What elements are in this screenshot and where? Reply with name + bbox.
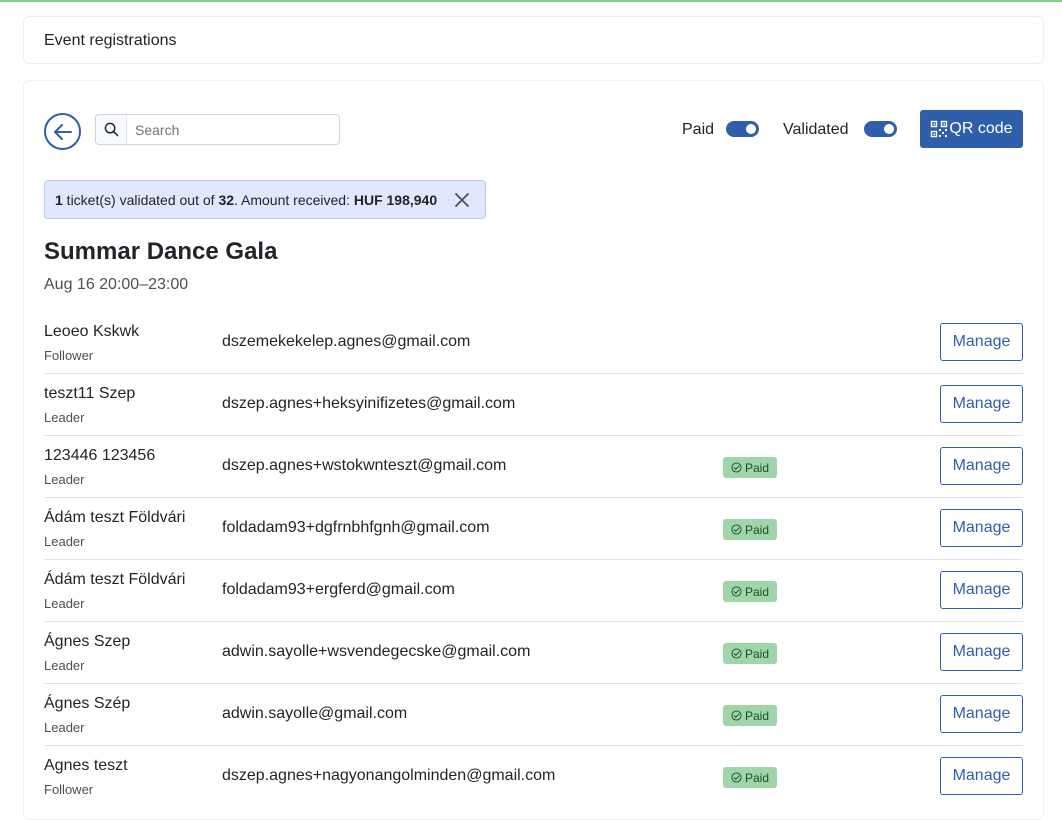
paid-badge-label: Paid	[744, 708, 770, 723]
event-date: Aug 16 20:00–23:00	[44, 276, 189, 293]
close-icon[interactable]	[453, 191, 471, 209]
paid-badge: Paid	[723, 705, 777, 726]
search-input[interactable]	[127, 115, 339, 144]
attendee-name: Ágnes Szép	[44, 695, 131, 712]
attendee-email: dszep.agnes+wstokwnteszt@gmail.com	[222, 457, 507, 474]
paid-badge: Paid	[723, 581, 777, 602]
qr-code-button-label: QR code	[949, 120, 1013, 137]
registrations-list: Leoeo Kskwk Follower dszemekekelep.agnes@g…	[44, 312, 1023, 808]
header-card: Event registrations	[23, 16, 1044, 64]
page-header-title: Event registrations	[44, 32, 177, 49]
paid-badge-label: Paid	[744, 584, 770, 599]
attendee-email: foldadam93+dgfrnbhfgnh@gmail.com	[222, 519, 490, 536]
manage-button[interactable]: Manage	[940, 757, 1023, 795]
paid-badge-label: Paid	[744, 460, 770, 475]
attendee-name: 123446 123456	[44, 447, 156, 464]
attendee-role: Leader	[44, 658, 85, 673]
check-circle-icon	[731, 710, 742, 721]
registration-row: Agnes teszt Follower dszep.agnes+nagyonang…	[44, 746, 1023, 808]
registration-row: Ádám teszt Földvári Leader foldadam93+dgfr…	[44, 498, 1023, 560]
alert-text-part2: . Amount received:	[234, 191, 354, 208]
attendee-role: Leader	[44, 410, 85, 425]
check-circle-icon	[731, 772, 742, 783]
validated-toggle-label: Validated	[783, 121, 849, 138]
attendee-email: foldadam93+ergferd@gmail.com	[222, 581, 455, 598]
check-circle-icon	[731, 524, 742, 535]
registration-row: Ádám teszt Földvári Leader foldadam93+ergf…	[44, 560, 1023, 622]
attendee-role: Leader	[44, 596, 85, 611]
attendee-email: adwin.sayolle+wsvendegecske@gmail.com	[222, 643, 531, 660]
alert-text-part1: ticket(s) validated out of	[62, 191, 219, 208]
check-circle-icon	[731, 648, 742, 659]
paid-badge: Paid	[723, 643, 777, 664]
attendee-name: Agnes teszt	[44, 757, 128, 774]
top-accent-line	[0, 0, 1062, 2]
event-title: Summar Dance Gala	[44, 238, 278, 265]
search-icon	[96, 115, 127, 144]
manage-button[interactable]: Manage	[940, 633, 1023, 671]
manage-button[interactable]: Manage	[940, 385, 1023, 423]
attendee-role: Follower	[44, 782, 94, 797]
attendee-name: Leoeo Kskwk	[44, 323, 140, 340]
attendee-name: Ádám teszt Földvári	[44, 571, 186, 588]
manage-button[interactable]: Manage	[940, 571, 1023, 609]
registration-row: teszt11 Szep Leader dszep.agnes+heksyinifi…	[44, 374, 1023, 436]
attendee-role: Follower	[44, 348, 94, 363]
attendee-name: Ágnes Szep	[44, 633, 131, 650]
paid-badge: Paid	[723, 519, 777, 540]
validated-count: 1	[55, 191, 63, 208]
attendee-name: Ádám teszt Földvári	[44, 509, 186, 526]
paid-toggle[interactable]	[726, 121, 759, 137]
paid-badge: Paid	[723, 767, 777, 788]
validation-summary-alert: 1 ticket(s) validated out of 32. Amount …	[44, 180, 486, 219]
amount-received: HUF 198,940	[353, 191, 438, 208]
attendee-email: dszep.agnes+heksyinifizetes@gmail.com	[222, 395, 516, 412]
total-count: 32	[218, 191, 235, 208]
attendee-role: Leader	[44, 534, 85, 549]
check-circle-icon	[731, 462, 742, 473]
paid-badge-label: Paid	[744, 522, 770, 537]
attendee-email: dszep.agnes+nagyonangolminden@gmail.com	[222, 767, 556, 784]
registration-row: 123446 123456 Leader dszep.agnes+wstokwnte…	[44, 436, 1023, 498]
registration-row: Leoeo Kskwk Follower dszemekekelep.agnes@g…	[44, 312, 1023, 374]
attendee-name: teszt11 Szep	[44, 385, 136, 402]
search-box	[95, 114, 340, 145]
registration-row: Ágnes Szep Leader adwin.sayolle+wsvendegec…	[44, 622, 1023, 684]
validated-toggle[interactable]	[864, 121, 897, 137]
check-circle-icon	[731, 586, 742, 597]
qr-code-button[interactable]: QR code	[920, 110, 1023, 148]
toggle-knob	[746, 124, 756, 134]
manage-button[interactable]: Manage	[940, 509, 1023, 547]
manage-button[interactable]: Manage	[940, 447, 1023, 485]
attendee-role: Leader	[44, 472, 85, 487]
toggle-knob	[884, 124, 894, 134]
manage-button[interactable]: Manage	[940, 323, 1023, 361]
arrow-left-icon	[53, 123, 72, 140]
manage-button[interactable]: Manage	[940, 695, 1023, 733]
paid-toggle-label: Paid	[682, 121, 715, 138]
alert-text: 1 ticket(s) validated out of 32. Amount …	[55, 192, 437, 208]
attendee-email: dszemekekelep.agnes@gmail.com	[222, 333, 471, 350]
paid-badge-label: Paid	[744, 646, 770, 661]
registration-row: Ágnes Szép Leader adwin.sayolle@gmail.com …	[44, 684, 1023, 746]
paid-badge: Paid	[723, 457, 777, 478]
paid-badge-label: Paid	[744, 770, 770, 785]
back-button[interactable]	[44, 113, 81, 150]
attendee-role: Leader	[44, 720, 85, 735]
qr-code-icon	[931, 120, 948, 138]
attendee-email: adwin.sayolle@gmail.com	[222, 705, 408, 722]
